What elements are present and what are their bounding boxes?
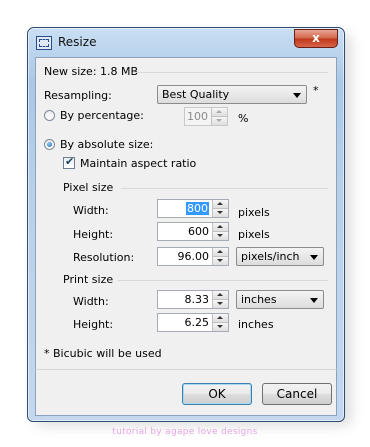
pixel-height-value[interactable]: 600 <box>188 225 209 238</box>
title-bar[interactable]: Resize x <box>28 28 344 56</box>
window-title: Resize <box>58 35 97 49</box>
percentage-stepper[interactable]: 100 <box>184 107 228 126</box>
divider <box>134 72 328 73</box>
print-width-unit-value: inches <box>241 293 277 306</box>
tutorial-watermark: tutorial by agape love designs <box>112 427 258 437</box>
checkmark-icon: ✔ <box>65 155 75 168</box>
spin-up-icon[interactable] <box>213 200 228 209</box>
button-bar: OK Cancel <box>35 369 337 416</box>
print-size-heading: Print size <box>63 273 114 286</box>
print-height-label: Height: <box>73 318 114 331</box>
pixel-width-unit: pixels <box>238 206 270 219</box>
chevron-down-icon <box>293 93 301 98</box>
spin-up-icon[interactable] <box>212 108 227 117</box>
resize-app-icon <box>36 36 52 50</box>
spin-up-icon[interactable] <box>213 291 228 300</box>
resampling-footnote-mark: * <box>313 84 319 97</box>
pixel-width-stepper[interactable]: 800 <box>157 199 229 218</box>
maintain-aspect-label[interactable]: Maintain aspect ratio <box>80 157 196 170</box>
divider <box>121 188 328 189</box>
spin-down-icon[interactable] <box>213 232 228 240</box>
pixel-height-label: Height: <box>73 228 114 241</box>
percentage-value: 100 <box>187 110 208 123</box>
chevron-down-icon <box>310 255 318 260</box>
dialog-body: New size: 1.8 MB Resampling: Best Qualit… <box>35 57 337 370</box>
resolution-stepper[interactable]: 96.00 <box>157 247 229 266</box>
print-width-unit-select[interactable]: inches <box>236 290 324 309</box>
print-width-stepper[interactable]: 8.33 <box>157 290 229 309</box>
print-height-value[interactable]: 6.25 <box>185 316 210 329</box>
by-absolute-size-label[interactable]: By absolute size: <box>60 138 153 151</box>
spin-up-icon[interactable] <box>213 223 228 232</box>
print-height-unit: inches <box>238 318 274 331</box>
divider <box>118 280 328 281</box>
resolution-unit-value: pixels/inch <box>241 250 300 263</box>
pixel-width-label: Width: <box>73 204 109 217</box>
cancel-button[interactable]: Cancel <box>262 383 332 405</box>
print-width-value[interactable]: 8.33 <box>185 293 210 306</box>
spin-down-icon[interactable] <box>213 209 228 217</box>
resize-dialog: Resize x New size: 1.8 MB Resampling: Be… <box>27 27 345 422</box>
resolution-value[interactable]: 96.00 <box>178 250 210 263</box>
ok-button[interactable]: OK <box>182 383 252 405</box>
percentage-unit: % <box>238 112 249 125</box>
by-percentage-label[interactable]: By percentage: <box>60 109 144 122</box>
resampling-label: Resampling: <box>44 89 112 102</box>
pixel-height-stepper[interactable]: 600 <box>157 222 229 241</box>
print-width-label: Width: <box>73 295 109 308</box>
spin-down-icon[interactable] <box>213 257 228 265</box>
bicubic-footnote: * Bicubic will be used <box>44 347 162 360</box>
spin-down-icon[interactable] <box>213 323 228 331</box>
resolution-label: Resolution: <box>73 251 135 264</box>
print-height-stepper[interactable]: 6.25 <box>157 313 229 332</box>
chevron-down-icon <box>310 298 318 303</box>
pixel-height-unit: pixels <box>238 228 270 241</box>
by-absolute-size-radio[interactable] <box>44 139 55 150</box>
maintain-aspect-checkbox[interactable]: ✔ <box>63 155 75 169</box>
close-button[interactable]: x <box>294 29 338 48</box>
by-percentage-radio[interactable] <box>44 110 55 121</box>
spin-down-icon[interactable] <box>213 300 228 308</box>
spin-up-icon[interactable] <box>213 248 228 257</box>
pixel-size-heading: Pixel size <box>63 181 114 194</box>
pixel-width-value[interactable]: 800 <box>186 202 209 215</box>
resampling-value: Best Quality <box>162 88 230 101</box>
new-size-label: New size: 1.8 MB <box>44 65 139 78</box>
spin-down-icon[interactable] <box>212 117 227 125</box>
resampling-select[interactable]: Best Quality <box>157 85 307 104</box>
resolution-unit-select[interactable]: pixels/inch <box>236 247 324 266</box>
spin-up-icon[interactable] <box>213 314 228 323</box>
